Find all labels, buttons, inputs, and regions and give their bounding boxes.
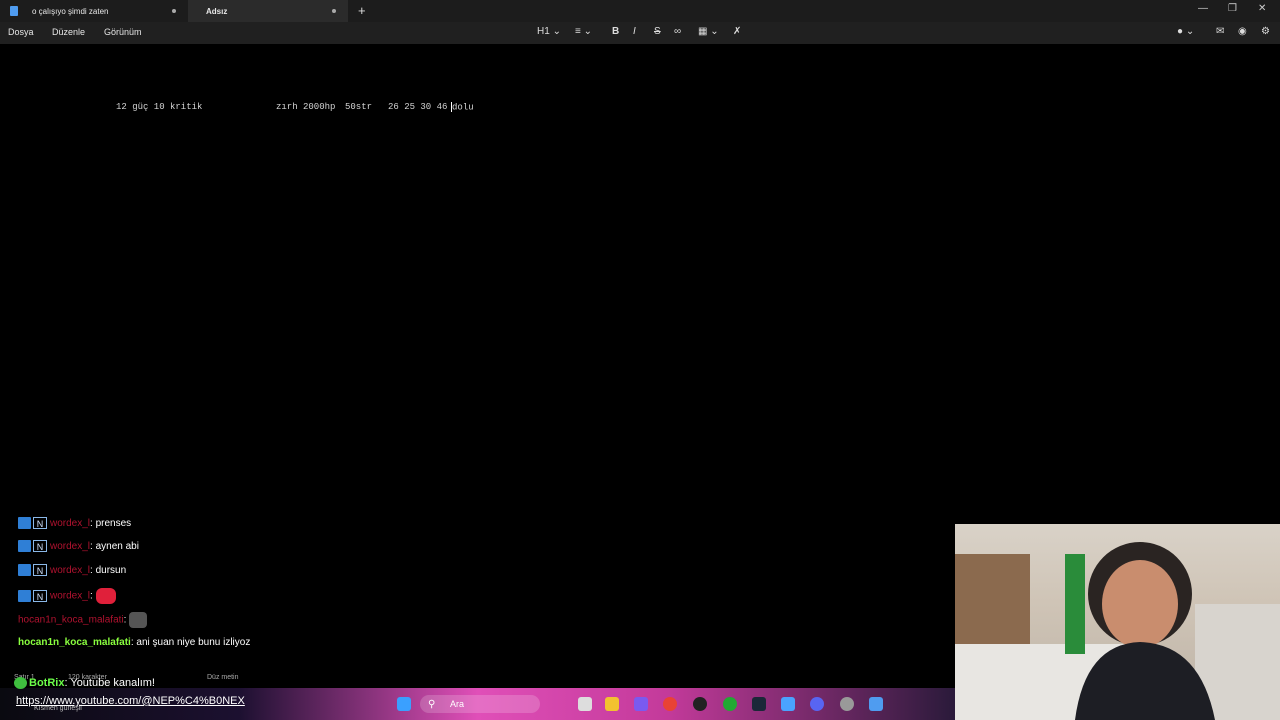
new-tab-icon[interactable]: + bbox=[358, 3, 366, 18]
editor-text-5: dolu bbox=[451, 102, 474, 112]
chat-message: hocan1n_koca_malafati: bbox=[18, 612, 148, 628]
editor-text-3: 50str bbox=[345, 102, 373, 112]
editor-text-2: zırh 2000hp bbox=[276, 102, 336, 112]
app-icon[interactable] bbox=[693, 697, 707, 711]
close-icon[interactable]: ✕ bbox=[1258, 3, 1266, 14]
editor-text-5-word: dolu bbox=[452, 102, 474, 113]
megaphone-icon[interactable]: ✉ bbox=[1216, 26, 1224, 37]
steam-icon[interactable] bbox=[752, 697, 766, 711]
restore-icon[interactable]: ❐ bbox=[1228, 3, 1237, 14]
unsaved-dot-icon[interactable] bbox=[332, 9, 336, 13]
discord-icon[interactable] bbox=[810, 697, 824, 711]
grey-emote-icon bbox=[129, 612, 148, 628]
chat-text: : aynen abi bbox=[90, 541, 139, 552]
bot-text: : Youtube kanalım! bbox=[64, 677, 155, 689]
n-badge-icon: N bbox=[33, 517, 47, 530]
copilot-icon[interactable]: ● ⌄ bbox=[1177, 26, 1194, 37]
chat-text: : ani şuan niye bunu izliyoz bbox=[130, 637, 251, 648]
strikethrough-icon[interactable]: S bbox=[654, 26, 661, 37]
chat-username: wordex_l bbox=[50, 518, 91, 529]
tab-label: o çalışıyo şimdi zaten bbox=[32, 6, 109, 16]
account-icon[interactable]: ◉ bbox=[1238, 26, 1247, 37]
chat-text: : dursun bbox=[90, 565, 127, 576]
chat-username: hocan1n_koca_malafati bbox=[18, 614, 124, 626]
unsaved-dot-icon[interactable] bbox=[172, 9, 176, 13]
status-format: Düz metin bbox=[207, 674, 239, 681]
tab-2[interactable]: Adsız bbox=[188, 0, 348, 22]
chat-username: wordex_l bbox=[50, 565, 91, 576]
chat-text: : prenses bbox=[90, 518, 132, 529]
chat-username: wordex_l bbox=[50, 541, 91, 552]
heading-label: H1 bbox=[537, 26, 550, 37]
bold-icon[interactable]: B bbox=[612, 26, 619, 37]
sword-badge-icon bbox=[18, 517, 31, 530]
menu-dosya[interactable]: Dosya bbox=[8, 27, 34, 37]
n-badge-icon: N bbox=[33, 590, 47, 602]
youtube-link[interactable]: https://www.youtube.com/@NEP%C4%B0NEX bbox=[16, 695, 245, 707]
minimize-icon[interactable]: — bbox=[1198, 3, 1208, 14]
search-placeholder: Ara bbox=[450, 699, 465, 709]
chat-message: Nwordex_l: prenses bbox=[18, 517, 131, 530]
file-explorer-icon[interactable] bbox=[605, 697, 619, 711]
editor-text-4: 26 25 30 46 bbox=[388, 102, 448, 112]
editor-text-1: 12 güç 10 kritik bbox=[116, 102, 203, 112]
task-view-icon[interactable] bbox=[578, 697, 592, 711]
n-badge-icon: N bbox=[33, 564, 47, 577]
webcam-feed bbox=[955, 524, 1280, 720]
remote-desktop-icon[interactable] bbox=[781, 697, 795, 711]
settings-icon[interactable] bbox=[840, 697, 854, 711]
chat-text: : bbox=[90, 590, 93, 602]
xbox-icon[interactable] bbox=[723, 697, 737, 711]
search-icon: ⚲ bbox=[428, 699, 436, 710]
link-icon[interactable]: ∞ bbox=[674, 26, 681, 37]
menu-duzenle[interactable]: Düzenle bbox=[52, 27, 85, 37]
sword-badge-icon bbox=[18, 564, 31, 577]
chat-username: hocan1n_koca_malafati bbox=[18, 637, 131, 648]
store-icon[interactable] bbox=[634, 697, 648, 711]
chat-text: : bbox=[123, 614, 127, 626]
text-editor[interactable]: 12 güç 10 kritik zırh 2000hp 50str 26 25… bbox=[0, 44, 1280, 519]
chat-message: Nwordex_l: aynen abi bbox=[18, 540, 139, 553]
chat-message: hocan1n_koca_malafati: ani şuan niye bun… bbox=[18, 636, 258, 649]
chrome-icon[interactable] bbox=[663, 697, 677, 711]
italic-icon[interactable]: I bbox=[633, 26, 636, 37]
list-icon[interactable]: ≡ ⌄ bbox=[575, 26, 592, 37]
menu-bar: Dosya Düzenle Görünüm H1 ⌄ ≡ ⌄ B I S ∞ ▦… bbox=[0, 22, 1280, 44]
webcam-image bbox=[955, 542, 1280, 720]
n-badge-icon: N bbox=[33, 540, 47, 553]
gear-icon[interactable]: ⚙ bbox=[1261, 26, 1270, 37]
red-emote-icon bbox=[95, 588, 116, 604]
title-bar: o çalışıyo şimdi zaten Adsız + — ❐ ✕ bbox=[0, 0, 1280, 22]
heading-dropdown[interactable]: H1 ⌄ bbox=[537, 26, 561, 37]
sword-badge-icon bbox=[18, 540, 31, 553]
taskbar-search-input[interactable]: Ara bbox=[420, 695, 540, 713]
bot-name: BotRix bbox=[29, 677, 65, 689]
clear-formatting-icon[interactable]: ✗ bbox=[733, 26, 741, 37]
bot-badge-icon bbox=[14, 677, 27, 690]
menu-gorunum[interactable]: Görünüm bbox=[104, 27, 142, 37]
chat-message: Nwordex_l: bbox=[18, 588, 116, 604]
chat-message: Nwordex_l: dursun bbox=[18, 564, 126, 577]
notepad-icon bbox=[10, 6, 18, 16]
notepad-taskbar-icon[interactable] bbox=[869, 697, 883, 711]
bot-message: BotRix: Youtube kanalım! bbox=[14, 677, 155, 690]
tab-label: Adsız bbox=[206, 6, 228, 16]
table-icon[interactable]: ▦ ⌄ bbox=[698, 26, 719, 37]
chat-username: wordex_l bbox=[50, 590, 91, 602]
sword-badge-icon bbox=[18, 590, 31, 602]
windows-start-icon[interactable] bbox=[397, 697, 411, 711]
tab-1[interactable]: o çalışıyo şimdi zaten bbox=[0, 0, 188, 22]
